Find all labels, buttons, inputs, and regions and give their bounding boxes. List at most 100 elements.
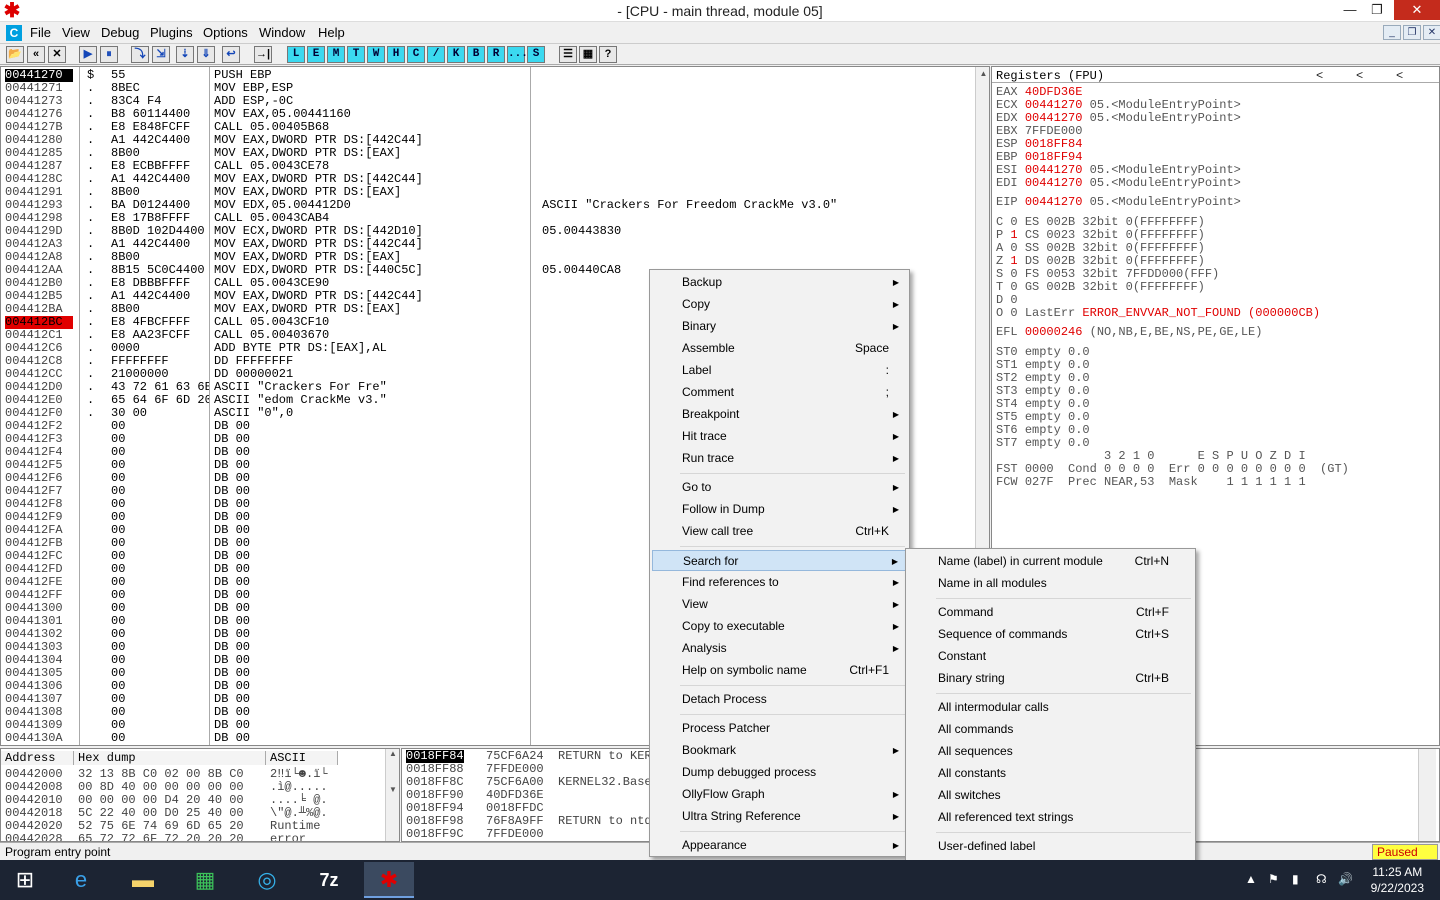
menu-item[interactable]: Command Ctrl+F <box>908 602 1193 623</box>
menu-item[interactable]: Copy to executable ▶ <box>652 616 907 637</box>
register-value[interactable]: 0018FF94 <box>1025 150 1083 164</box>
close-button[interactable]: ✕ <box>1394 0 1440 20</box>
register-line[interactable]: EIP 00441270 05.<ModuleEntryPoint> <box>996 196 1241 209</box>
menu-item[interactable]: Bookmark ▶ <box>652 740 907 761</box>
dump-row[interactable]: 00442028 65 72 72 6F 72 20 20 20 error <box>1 833 381 842</box>
step-over-icon[interactable]: ⇲ <box>152 46 170 63</box>
grid-icon[interactable]: ▦ <box>579 46 597 63</box>
execute-till-return-icon[interactable]: ↩ <box>222 46 240 63</box>
menu-item[interactable]: All intermodular calls <box>908 697 1193 718</box>
disasm-row[interactable]: 0044128C. A1 442C4400 MOV EAX,DWORD PTR DS… <box>1 173 973 186</box>
cpu-window-icon[interactable]: C <box>6 25 22 41</box>
disasm-row[interactable]: 004412A3. A1 442C4400 MOV EAX,DWORD PTR DS… <box>1 238 973 251</box>
register-line[interactable]: EDI 00441270 05.<ModuleEntryPoint> <box>996 177 1241 190</box>
restart-icon[interactable]: « <box>27 46 45 63</box>
menu-item[interactable]: Follow in Dump ▶ <box>652 499 907 520</box>
handles-window-button[interactable]: H <box>387 46 405 63</box>
pause-icon[interactable]: ⏸ <box>100 46 118 63</box>
menu-item[interactable]: OllyFlow Graph ▶ <box>652 784 907 805</box>
scroll-up-arrow-icon[interactable]: ▲ <box>976 67 989 81</box>
tray-volume-icon[interactable]: 🔊 <box>1338 872 1353 886</box>
close-program-icon[interactable]: ✕ <box>48 46 66 63</box>
run-icon[interactable]: ▶ <box>79 46 97 63</box>
start-button[interactable]: ⊞ <box>0 862 50 898</box>
disasm-row[interactable]: 00441298. E8 17B8FFFF CALL 05.0043CAB4 <box>1 212 973 225</box>
register-value[interactable]: 00441270 <box>1025 98 1083 112</box>
menu-item[interactable]: Help on symbolic name Ctrl+F1 <box>652 660 907 681</box>
tray-network-icon[interactable]: ☊ <box>1316 872 1327 886</box>
mdi-close-button[interactable]: ✕ <box>1423 25 1440 40</box>
menu-item[interactable]: All switches <box>908 785 1193 806</box>
registers-nav-left-icon[interactable]: < <box>1316 69 1323 83</box>
disasm-row[interactable]: 004412A8. 8B00 MOV EAX,DWORD PTR DS:[EAX] <box>1 251 973 264</box>
menu-help[interactable]: Help <box>318 25 345 40</box>
menu-item[interactable]: Analysis ▶ <box>652 638 907 659</box>
register-value[interactable]: 7FFDE000 <box>1025 124 1083 138</box>
menu-item[interactable]: Assemble Space <box>652 338 907 359</box>
register-value[interactable]: 00441270 <box>1025 111 1083 125</box>
menu-plugins[interactable]: Plugins <box>150 25 193 40</box>
disasm-row[interactable]: 0044129D. 8B0D 102D4400 MOV ECX,DWORD PTR … <box>1 225 973 238</box>
menu-item[interactable]: Breakpoint ▶ <box>652 404 907 425</box>
hex-dump-pane[interactable]: Address Hex dump ASCII 00442000 32 13 8B … <box>0 748 400 842</box>
7zip-icon[interactable]: 7z <box>304 862 354 898</box>
menu-item[interactable]: All commands <box>908 719 1193 740</box>
references-button[interactable]: R <box>487 46 505 63</box>
menu-item[interactable]: Find references to ▶ <box>652 572 907 593</box>
menu-view[interactable]: View <box>62 25 90 40</box>
disasm-row[interactable]: 00441287. E8 ECBBFFFF CALL 05.0043CE78 <box>1 160 973 173</box>
register-line[interactable]: EFL 00000246 (NO,NB,E,BE,NS,PE,GE,LE) <box>996 326 1262 339</box>
disasm-row[interactable]: 0044127B. E8 E848FCFF CALL 05.00405B68 <box>1 121 973 134</box>
source-button[interactable]: S <box>527 46 545 63</box>
modules-window-button[interactable]: E <box>307 46 325 63</box>
menu-debug[interactable]: Debug <box>101 25 139 40</box>
menu-item[interactable]: View call tree Ctrl+K <box>652 521 907 542</box>
menu-item[interactable]: Copy ▶ <box>652 294 907 315</box>
stack-scrollbar[interactable] <box>1418 749 1436 841</box>
register-value[interactable]: 00441270 <box>1025 176 1083 190</box>
disasm-row[interactable]: 00441271. 8BEC MOV EBP,ESP <box>1 82 973 95</box>
minimize-button[interactable]: — <box>1335 0 1365 20</box>
maximize-button[interactable]: ❐ <box>1362 0 1392 20</box>
menu-item[interactable]: Backup ▶ <box>652 272 907 293</box>
threads-window-button[interactable]: T <box>347 46 365 63</box>
ie-icon[interactable]: e <box>56 862 106 898</box>
menu-item[interactable]: Binary string Ctrl+B <box>908 668 1193 689</box>
menu-item[interactable]: All sequences <box>908 741 1193 762</box>
memory-window-button[interactable]: M <box>327 46 345 63</box>
menu-file[interactable]: File <box>30 25 51 40</box>
breakpoints-button[interactable]: B <box>467 46 485 63</box>
menu-item[interactable]: Detach Process <box>652 689 907 710</box>
menu-window[interactable]: Window <box>259 25 305 40</box>
help-icon[interactable]: ? <box>599 46 617 63</box>
step-into-icon[interactable]: ⤵ <box>131 46 149 63</box>
registers-nav-left-icon[interactable]: < <box>1396 69 1403 83</box>
cpu-window-button[interactable]: C <box>407 46 425 63</box>
registers-header[interactable]: Registers (FPU) < < < <box>992 69 1439 83</box>
menu-item[interactable]: All constants <box>908 763 1193 784</box>
call-stack-button[interactable]: K <box>447 46 465 63</box>
disasm-row[interactable]: 00441273. 83C4 F4 ADD ESP,-0C <box>1 95 973 108</box>
mdi-minimize-button[interactable]: _ <box>1383 25 1401 40</box>
menu-item[interactable]: View ▶ <box>652 594 907 615</box>
menu-item[interactable]: Hit trace ▶ <box>652 426 907 447</box>
disasm-row[interactable]: 00441285. 8B00 MOV EAX,DWORD PTR DS:[EAX] <box>1 147 973 160</box>
trace-into-icon[interactable]: ⇣ <box>176 46 194 63</box>
register-value[interactable]: 00441270 <box>1025 163 1083 177</box>
menu-item[interactable]: Appearance ▶ <box>652 835 907 856</box>
menu-options[interactable]: Options <box>203 25 248 40</box>
menu-item[interactable]: User-defined label <box>908 836 1193 857</box>
edge-icon[interactable]: ◎ <box>242 862 292 898</box>
disasm-row[interactable]: 00441293. BA D0124400 MOV EDX,05.004412D0 A… <box>1 199 973 212</box>
menu-item[interactable]: Process Patcher <box>652 718 907 739</box>
register-line[interactable]: T 0 GS 002B 32bit 0(FFFFFFFF) <box>996 281 1205 294</box>
tray-battery-icon[interactable]: ▮ <box>1292 872 1299 886</box>
log-window-button[interactable]: L <box>287 46 305 63</box>
menu-item[interactable]: Name (label) in current module Ctrl+N <box>908 551 1193 572</box>
register-value[interactable]: 0018FF84 <box>1025 137 1083 151</box>
menu-item[interactable]: Name in all modules <box>908 573 1193 594</box>
clock[interactable]: 11:25 AM 9/22/2023 <box>1371 864 1424 896</box>
mdi-restore-button[interactable]: ❐ <box>1403 25 1421 40</box>
register-value[interactable]: 40DFD36E <box>1025 85 1083 99</box>
goto-icon[interactable]: →| <box>254 46 272 63</box>
